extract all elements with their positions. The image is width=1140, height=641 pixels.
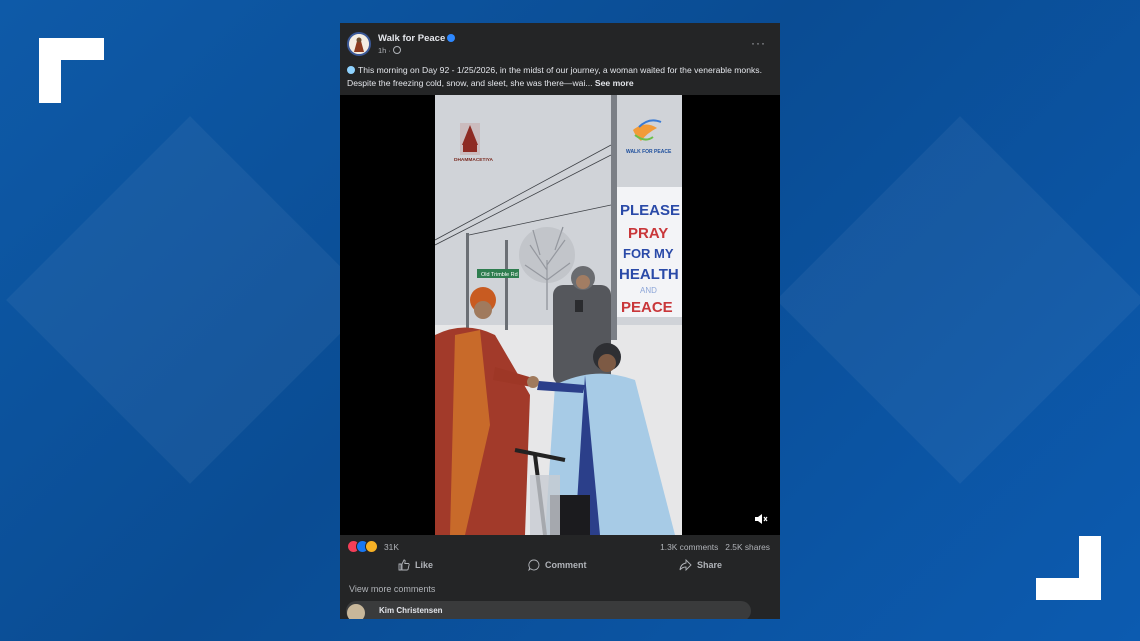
mute-icon[interactable] (754, 513, 768, 525)
author-name[interactable]: Walk for Peace (378, 33, 445, 44)
reaction-count[interactable]: 31K (384, 542, 399, 552)
share-icon (679, 559, 692, 571)
more-options-button[interactable]: ··· (751, 36, 766, 50)
comment-button[interactable]: Comment (528, 559, 587, 571)
comment-icon (528, 559, 540, 571)
facebook-post: Walk for Peace 1h · ··· This morning on … (340, 23, 780, 619)
post-time[interactable]: 1h (378, 46, 386, 55)
share-label: Share (697, 560, 723, 570)
video-frame[interactable]: Old Trimble Rd DHAMMACETIYA WALK FOR PEA… (435, 95, 682, 535)
commenter-avatar[interactable] (347, 604, 365, 619)
commenter-name[interactable]: Kim Christensen (379, 606, 443, 615)
care-reaction-icon[interactable] (365, 540, 378, 553)
view-more-comments-link[interactable]: View more comments (349, 584, 435, 594)
corner-bracket-top-left-horizontal (39, 38, 104, 60)
background-diamond-left (6, 116, 374, 484)
logo-left-text: DHAMMACETIYA (454, 157, 494, 163)
see-more-link[interactable]: See more (595, 78, 634, 88)
sign-line-5: AND (640, 286, 657, 295)
action-bar: Like Comment Share (340, 555, 780, 575)
author-avatar[interactable] (347, 32, 371, 56)
post-body: This morning on Day 92 - 1/25/2026, in t… (347, 65, 762, 88)
post-text: This morning on Day 92 - 1/25/2026, in t… (347, 64, 767, 90)
logo-right-text: WALK FOR PEACE (626, 149, 672, 155)
video-scene: Old Trimble Rd DHAMMACETIYA WALK FOR PEA… (435, 95, 682, 535)
like-label: Like (415, 560, 434, 570)
sign-line-4: HEALTH (619, 266, 679, 283)
post-header: Walk for Peace 1h · ··· (340, 23, 780, 63)
street-sign-text: Old Trimble Rd (481, 272, 518, 278)
globe-icon (392, 46, 401, 54)
sign-line-2: PRAY (628, 225, 668, 242)
comment-count[interactable]: 1.3K comments (660, 542, 718, 552)
thumbs-up-icon (398, 559, 410, 571)
engagement-counts: 1.3K comments 2.5K shares (660, 542, 770, 552)
post-meta: 1h · (378, 46, 401, 55)
share-button[interactable]: Share (679, 559, 722, 571)
video-player[interactable]: Old Trimble Rd DHAMMACETIYA WALK FOR PEA… (340, 95, 780, 535)
verified-badge-icon (447, 34, 455, 42)
sign-line-1: PLEASE (620, 202, 680, 219)
comment-item: Kim Christensen (346, 601, 751, 619)
reactions-bar: 31K 1.3K comments 2.5K shares (347, 540, 773, 554)
corner-bracket-bottom-right-horizontal (1036, 578, 1101, 600)
background-diamond-right (776, 116, 1140, 484)
comment-label: Comment (545, 560, 587, 570)
sign-line-6: PEACE (621, 299, 673, 316)
share-count[interactable]: 2.5K shares (725, 542, 770, 552)
handmade-sign: PLEASE PRAY FOR MY HEALTH AND PEACE (617, 187, 682, 317)
snowflake-icon (347, 66, 355, 74)
sign-line-3: FOR MY (623, 246, 674, 261)
like-button[interactable]: Like (398, 559, 433, 571)
